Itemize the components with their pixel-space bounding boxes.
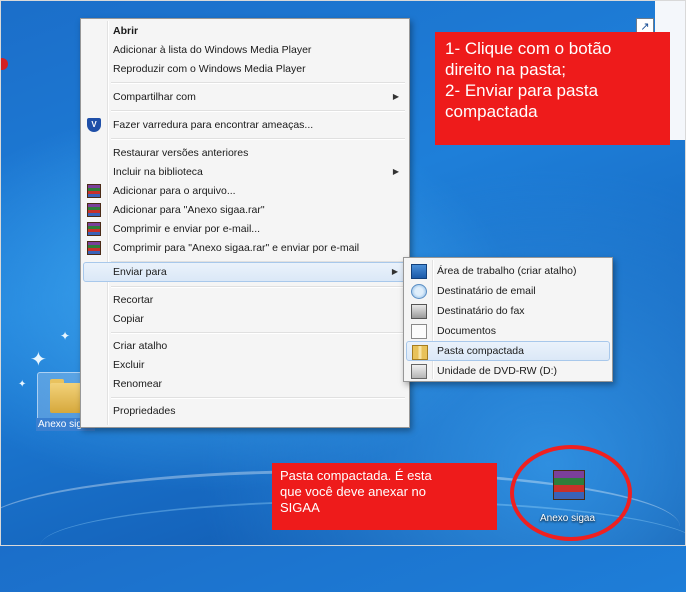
wallpaper-sparkle: ✦: [30, 349, 47, 371]
send-to-mail-recipient[interactable]: Destinatário de email: [406, 281, 610, 301]
menu-item-scan-threats[interactable]: V Fazer varredura para encontrar ameaças.…: [83, 115, 407, 135]
menu-item-copy[interactable]: Copiar: [83, 309, 407, 329]
send-to-desktop[interactable]: Área de trabalho (criar atalho): [406, 261, 610, 281]
callout-line: 2- Enviar para pasta: [445, 81, 599, 100]
callout-line: Pasta compactada. É esta: [280, 468, 432, 483]
zip-folder-icon: [412, 345, 428, 360]
send-to-documents[interactable]: Documentos: [406, 321, 610, 341]
winrar-icon: [87, 184, 101, 198]
menu-item-label: Pasta compactada: [437, 345, 524, 357]
menu-item-label: Enviar para: [113, 266, 167, 278]
submenu-arrow-icon: ▶: [391, 267, 398, 276]
menu-item-label: Adicionar à lista do Windows Media Playe…: [113, 44, 312, 56]
menu-item-create-shortcut[interactable]: Criar atalho: [83, 336, 407, 356]
folder-icon: [50, 383, 84, 413]
menu-item-label: Adicionar para "Anexo sigaa.rar": [113, 204, 265, 216]
menu-item-label: Área de trabalho (criar atalho): [437, 265, 577, 277]
menu-item-rename[interactable]: Renomear: [83, 374, 407, 394]
send-to-compressed-folder[interactable]: Pasta compactada: [406, 341, 610, 361]
menu-item-label: Excluir: [113, 359, 145, 371]
menu-item-label: Destinatário do fax: [437, 305, 525, 317]
mail-icon: [411, 284, 427, 299]
callout-line: compactada: [445, 102, 538, 121]
menu-item-add-to-rar[interactable]: Adicionar para "Anexo sigaa.rar": [83, 200, 407, 220]
wallpaper-sparkle: ✦: [18, 379, 27, 390]
archive-label[interactable]: Anexo sigaa: [540, 513, 595, 524]
menu-item-label: Recortar: [113, 294, 154, 306]
callout-line: SIGAA: [280, 500, 320, 515]
menu-item-label: Comprimir para "Anexo sigaa.rar" e envia…: [113, 242, 360, 254]
antivirus-shield-icon: V: [87, 118, 101, 132]
menu-item-include-library[interactable]: Incluir na biblioteca ▶: [83, 162, 407, 182]
send-to-fax-recipient[interactable]: Destinatário do fax: [406, 301, 610, 321]
menu-item-properties[interactable]: Propriedades: [83, 401, 407, 421]
callout-line: que você deve anexar no: [280, 484, 426, 499]
wallpaper-sparkle: ✦: [60, 329, 71, 343]
callout-line: direito na pasta;: [445, 60, 566, 79]
menu-item-compress-rar-email[interactable]: Comprimir para "Anexo sigaa.rar" e envia…: [83, 238, 407, 258]
menu-item-delete[interactable]: Excluir: [83, 355, 407, 375]
winrar-archive-icon[interactable]: [553, 470, 585, 500]
menu-item-send-to[interactable]: Enviar para ▶: [83, 262, 407, 282]
menu-item-label: Abrir: [113, 25, 139, 37]
menu-item-share-with[interactable]: Compartilhar com ▶: [83, 87, 407, 107]
menu-item-compress-email[interactable]: Comprimir e enviar por e-mail...: [83, 219, 407, 239]
winrar-icon: [87, 222, 101, 236]
desktop-edge-marker: [0, 58, 8, 70]
context-menu: Abrir Adicionar à lista do Windows Media…: [80, 18, 410, 428]
instruction-callout: 1- Clique com o botão direito na pasta; …: [435, 32, 670, 145]
send-to-submenu: Área de trabalho (criar atalho) Destinat…: [403, 257, 613, 382]
menu-item-restore-versions[interactable]: Restaurar versões anteriores: [83, 143, 407, 163]
menu-item-label: Unidade de DVD-RW (D:): [437, 365, 558, 377]
menu-item-label: Reproduzir com o Windows Media Player: [113, 63, 306, 75]
menu-separator: [111, 82, 405, 84]
menu-item-abrir[interactable]: Abrir: [83, 21, 407, 41]
menu-separator: [111, 138, 405, 140]
menu-item-label: Renomear: [113, 378, 163, 390]
submenu-arrow-icon: ▶: [392, 92, 399, 101]
menu-item-label: Criar atalho: [113, 340, 168, 352]
menu-item-label: Copiar: [113, 313, 144, 325]
menu-item-play-wmp[interactable]: Reproduzir com o Windows Media Player: [83, 59, 407, 79]
menu-item-label: Fazer varredura para encontrar ameaças..…: [113, 119, 314, 131]
dvd-drive-icon: [411, 364, 427, 379]
menu-item-label: Destinatário de email: [437, 285, 536, 297]
menu-item-label: Compartilhar com: [113, 91, 196, 103]
menu-item-label: Documentos: [437, 325, 496, 337]
desktop-icon: [411, 264, 427, 279]
menu-item-add-to-archive[interactable]: Adicionar para o arquivo...: [83, 181, 407, 201]
menu-item-label: Adicionar para o arquivo...: [113, 185, 236, 197]
result-callout: Pasta compactada. É esta que você deve a…: [272, 463, 497, 530]
menu-item-label: Incluir na biblioteca: [113, 166, 203, 178]
menu-separator: [111, 332, 405, 334]
winrar-icon: [87, 241, 101, 255]
menu-item-label: Comprimir e enviar por e-mail...: [113, 223, 261, 235]
menu-item-add-to-wmp-list[interactable]: Adicionar à lista do Windows Media Playe…: [83, 40, 407, 60]
send-to-dvd-drive[interactable]: Unidade de DVD-RW (D:): [406, 361, 610, 381]
menu-separator: [111, 286, 405, 288]
documents-icon: [411, 324, 427, 339]
winrar-icon: [87, 203, 101, 217]
menu-item-label: Restaurar versões anteriores: [113, 147, 249, 159]
menu-separator: [111, 110, 405, 112]
submenu-arrow-icon: ▶: [392, 167, 399, 176]
menu-separator: [111, 397, 405, 399]
menu-item-cut[interactable]: Recortar: [83, 290, 407, 310]
menu-item-label: Propriedades: [113, 405, 176, 417]
callout-line: 1- Clique com o botão: [445, 39, 612, 58]
fax-icon: [411, 304, 427, 319]
